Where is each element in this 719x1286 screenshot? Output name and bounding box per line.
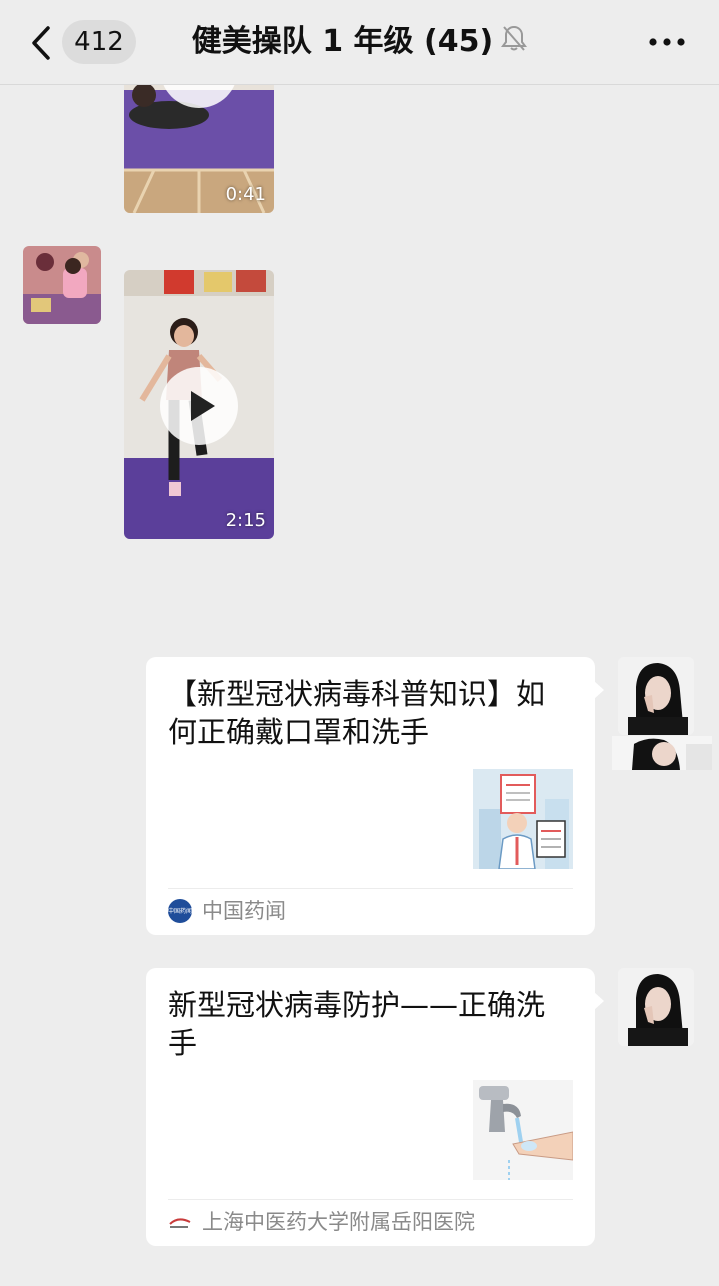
- article-thumbnail: [473, 1080, 573, 1180]
- more-options-button[interactable]: [647, 26, 687, 58]
- chevron-left-icon: [32, 26, 50, 60]
- bell-off-icon: [501, 21, 528, 65]
- article-card[interactable]: 【新型冠状病毒科普知识】如何正确戴口罩和洗手 中国药闻 中国药闻: [146, 657, 604, 935]
- sender-avatar[interactable]: [23, 246, 101, 324]
- my-avatar[interactable]: [618, 968, 694, 1046]
- article-title: 【新型冠状病毒科普知识】如何正确戴口罩和洗手: [168, 677, 546, 749]
- chat-header: 412 健美操队 1 年级 (45): [0, 0, 719, 85]
- ellipsis-icon: [649, 38, 685, 46]
- play-icon[interactable]: [160, 367, 238, 445]
- source-logo: 中国药闻: [168, 899, 192, 923]
- video-duration: 2:15: [225, 510, 266, 531]
- video-message[interactable]: 2:15: [124, 270, 274, 539]
- card-divider: [168, 1199, 573, 1200]
- source-logo: [168, 1212, 192, 1236]
- back-button[interactable]: [28, 24, 54, 62]
- article-source: 中国药闻: [202, 899, 286, 923]
- my-avatar[interactable]: [618, 657, 694, 735]
- avatar-overlap: [612, 736, 712, 770]
- article-source: 上海中医药大学附属岳阳医院: [202, 1210, 475, 1234]
- chat-title: 健美操队 1 年级 (45): [191, 24, 494, 59]
- card-divider: [168, 888, 573, 889]
- unread-count-badge[interactable]: 412: [62, 20, 136, 64]
- source-logo-text: 中国药闻: [168, 907, 192, 915]
- video-duration: 0:41: [225, 184, 266, 205]
- video-message[interactable]: 0:41: [124, 70, 274, 213]
- article-thumbnail: [473, 769, 573, 869]
- article-title: 新型冠状病毒防护——正确洗手: [168, 988, 546, 1060]
- article-card[interactable]: 新型冠状病毒防护——正确洗手 上海中医药大学附属岳阳医院: [146, 968, 604, 1246]
